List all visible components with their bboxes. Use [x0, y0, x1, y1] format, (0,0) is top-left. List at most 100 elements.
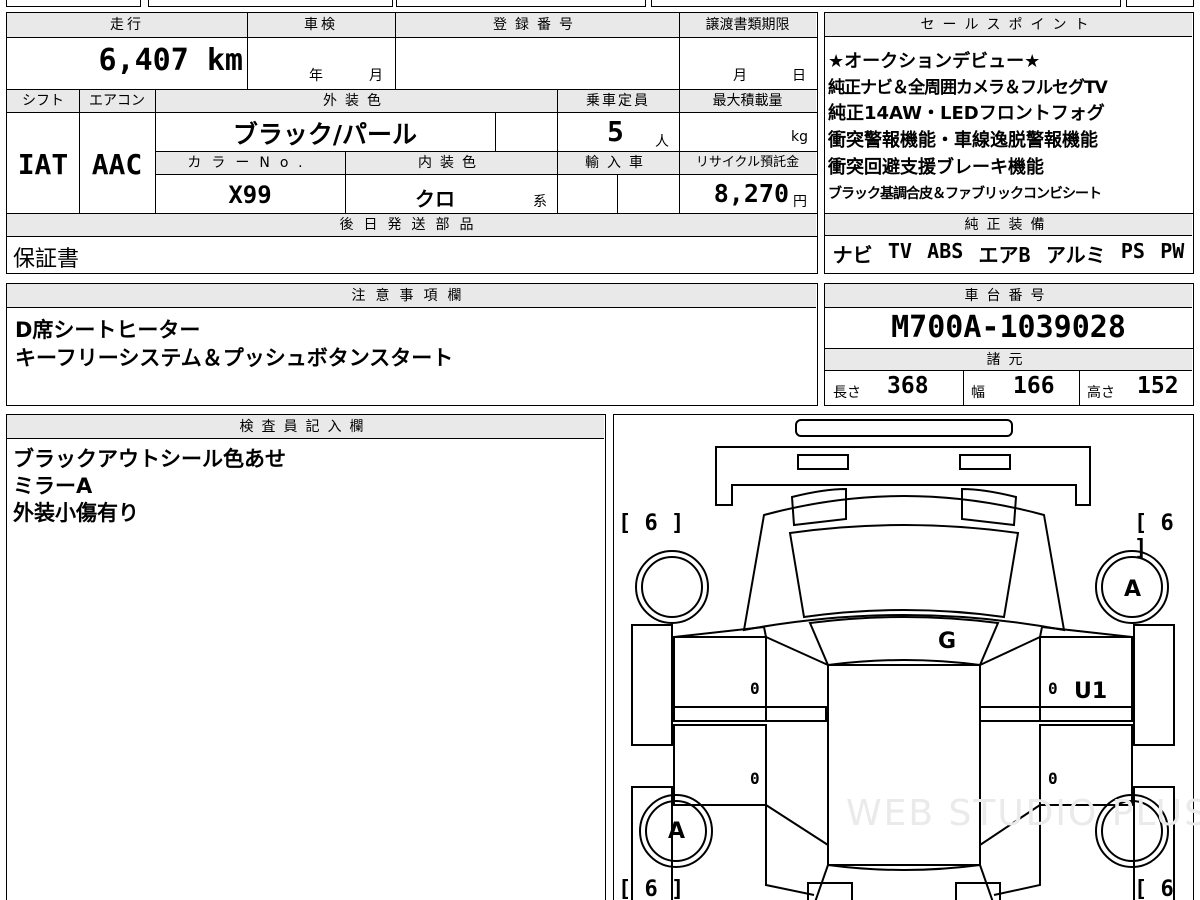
sales-line: 衝突警報機能・車線逸脱警報機能 [828, 130, 1098, 151]
wheel-front-left-inner [641, 556, 703, 618]
inspector-line: ブラックアウトシール色あせ [13, 447, 286, 471]
door-mark-left-rear: 0 [750, 769, 760, 788]
length-value: 368 [887, 373, 929, 399]
sales-line: 純正14AW・LEDフロントフォグ [828, 103, 1105, 124]
equipment-list: ナビ TV ABS エアB アルミ PS PW [825, 239, 1192, 268]
tire-tread-front-right: [ 6 ] [1134, 511, 1174, 561]
mileage-value: 6,407 km [98, 43, 244, 78]
tire-tread-front-left: [ 6 ] [618, 511, 685, 536]
right-sill [979, 706, 1133, 722]
top-strip-cell [396, 0, 646, 7]
top-strip-cell [1126, 0, 1194, 7]
specs-header: 諸元 [825, 349, 1192, 371]
load-header: 最大積載量 [679, 90, 816, 112]
later-parts-value: 保証書 [13, 247, 80, 272]
recycle-value: 8,270 [713, 179, 789, 208]
interior-unit: 系 [533, 194, 547, 210]
equipment-header: 純正装備 [825, 214, 1192, 236]
car-diagram-box: [ 6 ] [ 6 ] [ 6 ] [ 6 ] A A G U1 0 0 0 0… [613, 414, 1200, 900]
width-value: 166 [1013, 373, 1055, 399]
sales-line: ブラック基調合皮＆ファブリックコンビシート [828, 186, 1102, 202]
row-line [7, 236, 817, 237]
top-strip-cell [651, 0, 1121, 7]
windshield [788, 524, 1020, 619]
exterior-header: 外装色 [155, 90, 557, 112]
equipment-item: PW [1160, 239, 1185, 263]
length-label: 長さ [833, 385, 861, 401]
door-mark-left-front: 0 [750, 679, 760, 698]
sales-line: 衝突回避支援ブレーキ機能 [828, 157, 1044, 178]
vehicle-info-grid: 走行 車検 登録番号 譲渡書類期限 6,407 km 年 月 月 日 シフト エ… [6, 12, 818, 274]
top-strip [6, 0, 1194, 7]
left-sill [673, 706, 827, 722]
registration-header: 登録番号 [395, 13, 679, 37]
notes-line: D席シートヒーター [15, 318, 201, 342]
mileage-header: 走行 [7, 13, 247, 37]
col-line [557, 90, 558, 213]
transfer-month: 月 [733, 68, 747, 84]
door-mark-right-front: 0 [1048, 679, 1058, 698]
front-bumper-tab [795, 419, 1013, 437]
col-line [395, 13, 396, 89]
col-line [1079, 371, 1080, 405]
exterior-value: ブラック/パール [232, 120, 418, 149]
row-line [7, 37, 817, 38]
notes-line: キーフリーシステム＆プッシュボタンスタート [15, 346, 454, 370]
inspector-line: ミラーA [13, 474, 93, 498]
notes-header: 注意事項欄 [7, 284, 816, 308]
left-rear-door [673, 724, 767, 806]
left-rear-quarter [765, 805, 815, 896]
equipment-item: ABS [927, 239, 964, 263]
color-no-value: X99 [228, 181, 272, 209]
wheel-front-left [635, 550, 709, 624]
col-line [247, 13, 248, 89]
shift-header: シフト [7, 90, 79, 112]
interior-value: クロ [415, 187, 455, 211]
front-grille-left [797, 454, 849, 470]
top-strip-cell [6, 0, 141, 7]
height-label: 高さ [1087, 385, 1115, 401]
col-line [617, 174, 618, 213]
notes-box: 注意事項欄 D席シートヒーター キーフリーシステム＆プッシュボタンスタート [6, 283, 818, 406]
col-line [963, 371, 964, 405]
capacity-header: 乗車定員 [557, 90, 679, 112]
interior-header: 内装色 [345, 152, 557, 174]
tire-tread-rear-left: [ 6 ] [618, 877, 685, 900]
col-line [155, 90, 156, 213]
aircon-header: エアコン [79, 90, 155, 112]
capacity-unit: 人 [655, 134, 669, 150]
color-no-header: カラーNo. [155, 152, 345, 174]
mirror-left [673, 625, 767, 638]
roof [827, 664, 981, 866]
equipment-item: ナビ [832, 243, 873, 267]
roof-front [808, 616, 1000, 667]
chassis-box: 車台番号 M700A-1039028 諸元 長さ 368 幅 166 高さ 15… [824, 283, 1194, 406]
inspection-month: 月 [369, 68, 383, 84]
col-line [345, 152, 346, 213]
import-header: 輸入車 [557, 152, 679, 174]
load-unit: kg [791, 129, 808, 145]
damage-mark-windshield: G [938, 629, 957, 654]
inspection-header: 車検 [247, 13, 395, 37]
left-front-fender [631, 624, 673, 746]
col-line [495, 112, 496, 151]
watermark: WEB STUDIO PLUS [846, 793, 1200, 834]
tire-tread-rear-right: [ 6 ] [1134, 877, 1174, 900]
col-line [679, 13, 680, 213]
col-line [79, 90, 80, 213]
inspector-box: 検査員記入欄 ブラックアウトシール色あせ ミラーA 外装小傷有り [6, 414, 606, 900]
sales-points-box: セールスポイント ★オークションデビュー★ 純正ナビ＆全周囲カメラ＆フルセグTV… [824, 12, 1194, 274]
shift-value: IAT [17, 148, 69, 181]
capacity-value: 5 [607, 115, 624, 148]
rear-bumper-tab [807, 882, 853, 900]
sales-line: ★オークションデビュー★ [828, 51, 1041, 72]
equipment-item: TV [887, 239, 912, 263]
sales-points-header: セールスポイント [825, 13, 1192, 37]
door-mark-right-rear: 0 [1048, 769, 1058, 788]
top-strip-cell [148, 0, 393, 7]
damage-mark-right-door: U1 [1074, 679, 1108, 704]
equipment-item: PS [1120, 239, 1145, 263]
left-pillar-rear [765, 804, 829, 846]
recycle-header: リサイクル預託金 [679, 152, 816, 174]
inspector-header: 検査員記入欄 [7, 415, 604, 439]
